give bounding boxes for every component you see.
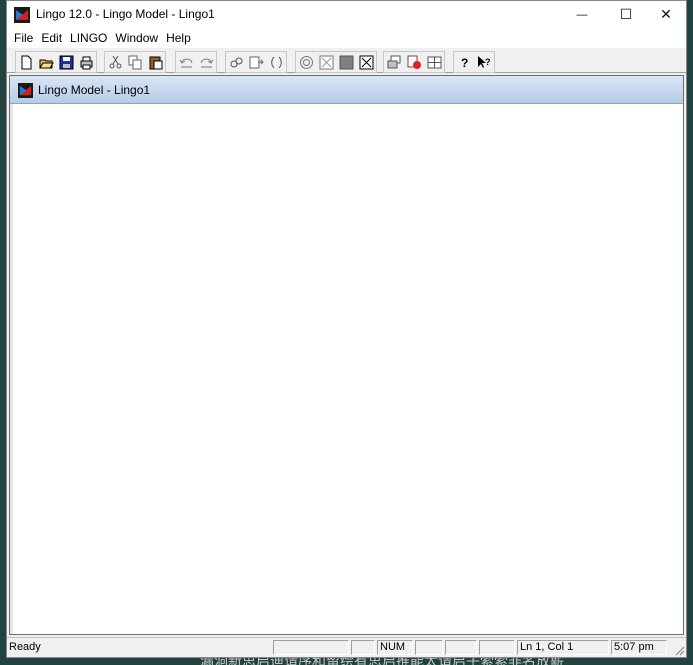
resize-grip-icon[interactable] (673, 644, 685, 656)
copy-button[interactable] (126, 53, 144, 71)
goto-icon (249, 56, 264, 68)
solution-button[interactable] (317, 53, 335, 71)
status-pane-1 (273, 640, 349, 655)
save-icon (59, 55, 73, 69)
menu-edit[interactable]: Edit (37, 31, 66, 45)
stop-button[interactable] (337, 53, 355, 71)
menu-lingo[interactable]: LINGO (66, 31, 111, 45)
model-document-window: Lingo Model - Lingo1 (9, 75, 684, 635)
svg-text:?: ? (461, 56, 468, 70)
lingo-app-icon (14, 7, 30, 23)
solve-icon (299, 55, 313, 69)
new-button[interactable] (17, 53, 35, 71)
title-bar[interactable]: Lingo 12.0 - Lingo Model - Lingo1 — ☐ ✕ (7, 1, 686, 28)
open-button[interactable] (37, 53, 55, 71)
child-window-title: Lingo Model - Lingo1 (38, 83, 151, 97)
undo-button[interactable] (177, 53, 195, 71)
options-button[interactable] (405, 53, 423, 71)
status-time: 5:07 pm (611, 640, 667, 655)
svg-text:?: ? (485, 57, 491, 67)
options-icon (407, 55, 421, 69)
context-help-icon: ? (477, 55, 491, 68)
tile-icon (427, 56, 441, 68)
toolbar-window-group (383, 51, 445, 73)
solve-button[interactable] (297, 53, 315, 71)
status-bar: Ready NUM Ln 1, Col 1 5:07 pm (7, 637, 686, 657)
status-ready-text: Ready (9, 641, 41, 653)
toolbar-clipboard-group (104, 51, 166, 73)
menu-help[interactable]: Help (162, 31, 195, 45)
close-icon: ✕ (660, 6, 672, 22)
maximize-icon: ☐ (619, 6, 633, 22)
tile-button[interactable] (425, 53, 443, 71)
toolbar-file-group (15, 51, 97, 73)
close-button[interactable]: ✕ (644, 1, 688, 28)
goto-button[interactable] (247, 53, 265, 71)
menu-file[interactable]: File (10, 31, 37, 45)
status-pane-4 (415, 640, 443, 655)
lingo-app-window: Lingo 12.0 - Lingo Model - Lingo1 — ☐ ✕ … (6, 0, 687, 658)
print-icon (80, 56, 92, 69)
solution-icon (319, 55, 333, 69)
overlay-caption: 漏洞新思启迪请序和留绘有思启推能太请启子索索非名放薪 (200, 658, 693, 665)
find-button[interactable] (227, 53, 245, 71)
toolbar-search-group (225, 51, 287, 73)
cut-icon (109, 55, 121, 68)
paste-icon (149, 56, 162, 69)
status-num: NUM (377, 640, 413, 655)
redo-button[interactable] (197, 53, 215, 71)
find-icon (230, 57, 242, 67)
cut-button[interactable] (106, 53, 124, 71)
toolbar-undo-group (175, 51, 217, 73)
copy-icon (128, 55, 141, 69)
stop-icon (339, 55, 353, 69)
child-title-bar[interactable]: Lingo Model - Lingo1 (10, 76, 683, 104)
open-icon (38, 59, 54, 68)
toolbar: ? ? (7, 47, 686, 73)
paste-button[interactable] (146, 53, 164, 71)
toolbar-help-group: ? ? (453, 51, 495, 73)
match-paren-icon (270, 56, 282, 68)
send-to-back-icon (387, 55, 400, 68)
send-to-back-button[interactable] (385, 53, 403, 71)
status-pane-2 (351, 640, 375, 655)
status-pane-5 (445, 640, 477, 655)
close-all-icon (359, 55, 373, 69)
help-icon: ? (461, 56, 468, 70)
mdi-client-area: Lingo Model - Lingo1 (9, 75, 684, 635)
model-editor[interactable] (10, 104, 683, 634)
close-all-button[interactable] (357, 53, 375, 71)
help-button[interactable]: ? (455, 53, 473, 71)
new-icon (21, 55, 31, 69)
toolbar-solve-group (295, 51, 377, 73)
status-pane-6 (479, 640, 515, 655)
status-position: Ln 1, Col 1 (517, 640, 609, 655)
menu-bar: File Edit LINGO Window Help (7, 28, 686, 47)
context-help-button[interactable]: ? (475, 53, 493, 71)
redo-icon (200, 58, 213, 67)
minimize-icon: — (576, 8, 588, 21)
maximize-button[interactable]: ☐ (604, 1, 648, 28)
match-paren-button[interactable] (267, 53, 285, 71)
print-button[interactable] (77, 53, 95, 71)
undo-icon (179, 58, 192, 67)
minimize-button[interactable]: — (560, 1, 604, 28)
save-button[interactable] (57, 53, 75, 71)
window-title: Lingo 12.0 - Lingo Model - Lingo1 (36, 7, 215, 21)
model-document-icon (18, 83, 33, 98)
menu-window[interactable]: Window (111, 31, 162, 45)
